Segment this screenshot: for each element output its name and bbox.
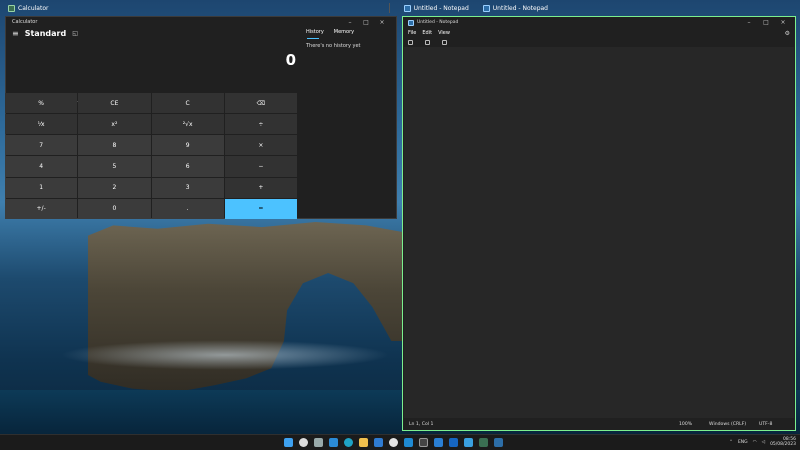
menu-file[interactable]: File bbox=[408, 30, 416, 36]
notepad-text-area[interactable] bbox=[404, 47, 794, 418]
key-decimal[interactable]: . bbox=[151, 198, 224, 219]
key-equals[interactable]: = bbox=[224, 198, 297, 219]
key-7[interactable]: 7 bbox=[5, 135, 78, 156]
snap-title-strip: Calculator Untitled - Notepad Untitled -… bbox=[0, 0, 800, 16]
notepad-tab-label: Untitled - Notepad bbox=[413, 4, 469, 12]
notepad-window: Untitled - Notepad – □ × File Edit View … bbox=[402, 16, 796, 431]
key-percent[interactable]: % bbox=[5, 93, 78, 114]
calculator-mode-title: Standard bbox=[24, 29, 67, 38]
store-icon[interactable] bbox=[374, 438, 383, 447]
minimize-icon[interactable]: – bbox=[342, 19, 358, 26]
calculator-app-icon bbox=[8, 4, 15, 12]
file-icon[interactable] bbox=[408, 39, 413, 45]
calculator-window-title: Calculator bbox=[12, 19, 38, 25]
file-explorer-icon[interactable] bbox=[359, 438, 368, 447]
notepad-toolbar bbox=[403, 38, 795, 46]
notepad-menubar: File Edit View ⚙ bbox=[403, 28, 795, 38]
key-5[interactable]: 5 bbox=[78, 156, 151, 177]
history-empty-message: There's no history yet bbox=[306, 43, 361, 49]
taskbar-pinned bbox=[284, 438, 503, 447]
calculator-app-label: Calculator bbox=[18, 4, 49, 12]
key-3[interactable]: 3 bbox=[151, 177, 224, 198]
encoding: UTF-8 bbox=[759, 422, 773, 427]
maximize-icon[interactable]: □ bbox=[759, 19, 773, 26]
notepad-statusbar: Ln 1, Col 1 100% Windows (CRLF) UTF-8 bbox=[403, 419, 795, 430]
notepad-app-icon bbox=[408, 19, 414, 26]
key-square-root[interactable]: ²√x bbox=[151, 114, 224, 135]
menu-edit[interactable]: Edit bbox=[422, 30, 432, 36]
search-icon[interactable] bbox=[299, 438, 308, 447]
key-clear-entry[interactable]: CE bbox=[78, 93, 151, 114]
clock-date: 05/08/2023 bbox=[770, 442, 796, 447]
calculator-titlebar: Calculator – □ × bbox=[6, 17, 396, 27]
history-panel: History Memory There's no history yet bbox=[306, 29, 396, 49]
key-reciprocal[interactable]: ⅟x bbox=[5, 114, 78, 135]
volume-icon[interactable]: ◁ bbox=[762, 440, 765, 445]
notepad-window-title: Untitled - Notepad bbox=[417, 20, 459, 25]
windows-start-icon[interactable] bbox=[284, 438, 293, 447]
notepad-tab-2[interactable]: Untitled - Notepad bbox=[479, 3, 552, 14]
view-icon[interactable] bbox=[442, 39, 447, 45]
line-ending: Windows (CRLF) bbox=[709, 422, 747, 427]
photos-icon[interactable] bbox=[464, 438, 473, 447]
vscode-icon[interactable] bbox=[404, 438, 413, 447]
key-negate[interactable]: +/- bbox=[5, 198, 78, 219]
calculator-display: 0 bbox=[285, 51, 296, 69]
terminal-icon[interactable] bbox=[419, 438, 428, 447]
wifi-icon[interactable]: ◠ bbox=[753, 440, 757, 445]
keep-on-top-icon[interactable]: ◱ bbox=[72, 30, 78, 37]
key-1[interactable]: 1 bbox=[5, 177, 78, 198]
task-view-icon[interactable] bbox=[314, 438, 323, 447]
key-subtract[interactable]: − bbox=[224, 156, 297, 177]
key-8[interactable]: 8 bbox=[78, 135, 151, 156]
tab-history[interactable]: History bbox=[306, 29, 324, 39]
widgets-icon[interactable] bbox=[329, 438, 338, 447]
settings-gear-icon[interactable]: ⚙ bbox=[785, 30, 790, 37]
maximize-icon[interactable]: □ bbox=[358, 19, 374, 26]
key-backspace[interactable]: ⌫ bbox=[224, 93, 297, 114]
menu-view[interactable]: View bbox=[438, 30, 450, 36]
key-0[interactable]: 0 bbox=[78, 198, 151, 219]
chrome-icon[interactable] bbox=[389, 438, 398, 447]
key-9[interactable]: 9 bbox=[151, 135, 224, 156]
hamburger-menu-icon[interactable]: ≡ bbox=[12, 29, 19, 38]
calculator-keypad: % CE C ⌫ ⅟x x² ²√x ÷ 7 8 9 × 4 5 6 − 1 2… bbox=[5, 93, 297, 219]
notepad-app-icon bbox=[482, 4, 490, 12]
mail-icon[interactable] bbox=[434, 438, 443, 447]
edit-icon[interactable] bbox=[425, 39, 430, 45]
taskbar: ⌃ ENG ◠ ◁ 08:56 05/08/2023 bbox=[0, 434, 800, 450]
key-divide[interactable]: ÷ bbox=[224, 114, 297, 135]
tray-chevron-icon[interactable]: ⌃ bbox=[729, 440, 733, 445]
edge-icon[interactable] bbox=[344, 438, 353, 447]
key-multiply[interactable]: × bbox=[224, 135, 297, 156]
close-icon[interactable]: × bbox=[776, 19, 790, 26]
key-square[interactable]: x² bbox=[78, 114, 151, 135]
language-indicator[interactable]: ENG bbox=[738, 440, 748, 445]
history-tabs: History Memory bbox=[306, 29, 396, 39]
key-2[interactable]: 2 bbox=[78, 177, 151, 198]
zoom-level: 100% bbox=[679, 422, 693, 427]
system-tray: ⌃ ENG ◠ ◁ 08:56 05/08/2023 bbox=[729, 437, 796, 447]
notepad-titlebar: Untitled - Notepad – □ × bbox=[403, 17, 795, 28]
key-4[interactable]: 4 bbox=[5, 156, 78, 177]
calculator-icon[interactable] bbox=[479, 438, 488, 447]
calculator-titlebar-entry[interactable]: Calculator bbox=[4, 3, 52, 14]
clock[interactable]: 08:56 05/08/2023 bbox=[770, 437, 796, 447]
notepad-icon[interactable] bbox=[494, 438, 503, 447]
notepad-tab-1[interactable]: Untitled - Notepad bbox=[400, 3, 473, 14]
close-icon[interactable]: × bbox=[374, 19, 390, 26]
wallpaper-foam bbox=[60, 340, 390, 370]
minimize-icon[interactable]: – bbox=[742, 19, 756, 26]
key-add[interactable]: + bbox=[224, 177, 297, 198]
cursor-position: Ln 1, Col 1 bbox=[409, 422, 434, 427]
calculator-header: ≡ Standard ◱ bbox=[12, 29, 78, 38]
tab-memory[interactable]: Memory bbox=[334, 29, 354, 35]
notepad-app-icon bbox=[403, 4, 411, 12]
key-clear[interactable]: C bbox=[151, 93, 224, 114]
notepad-tab-label: Untitled - Notepad bbox=[492, 4, 548, 12]
outlook-icon[interactable] bbox=[449, 438, 458, 447]
key-6[interactable]: 6 bbox=[151, 156, 224, 177]
